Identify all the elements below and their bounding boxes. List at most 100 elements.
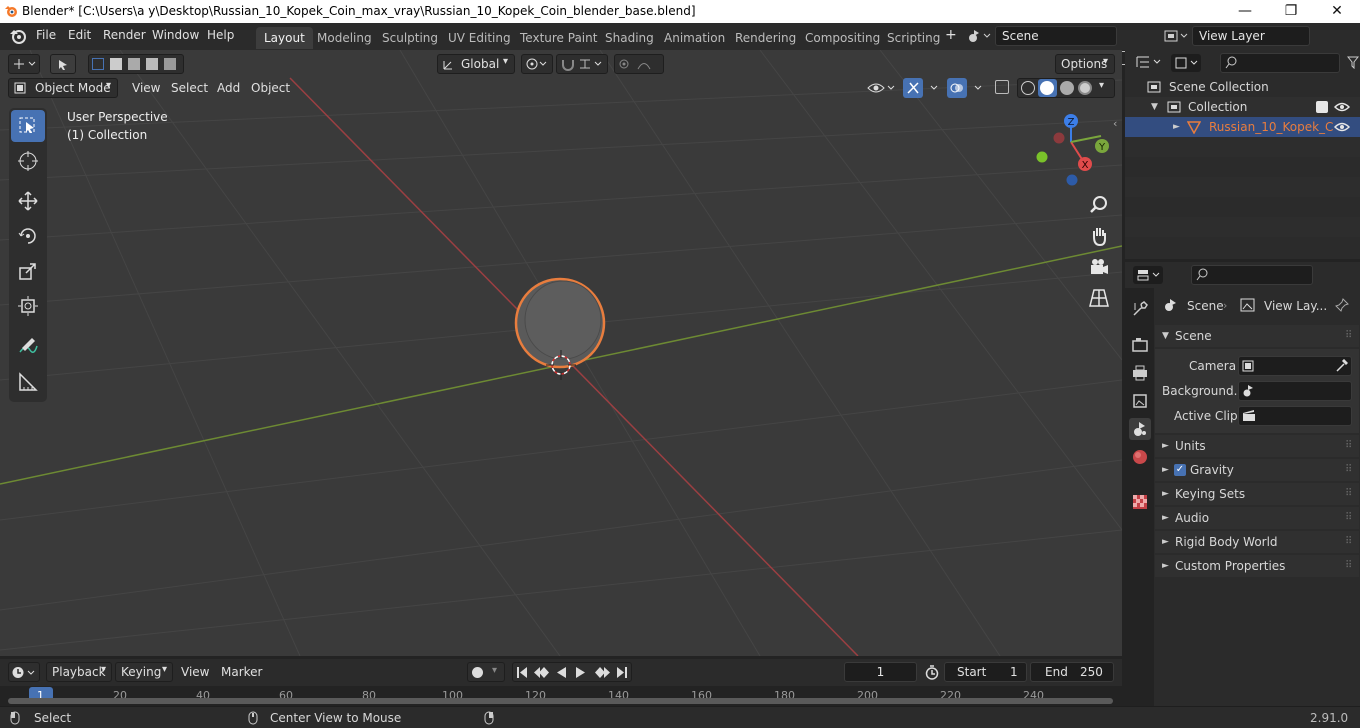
pan-button[interactable] — [1087, 224, 1111, 248]
prev-keyframe-icon[interactable] — [533, 666, 551, 679]
expand-arrow-icon[interactable]: ► — [1173, 117, 1180, 137]
play-reverse-icon[interactable] — [555, 666, 567, 679]
scene-icon[interactable] — [968, 29, 992, 43]
tab-sculpting[interactable]: Sculpting — [374, 27, 446, 49]
add-workspace-button[interactable]: + — [945, 27, 957, 43]
panel-rigid-body-world[interactable]: ► Rigid Body World ⠿ — [1155, 531, 1359, 553]
drag-handle-icon[interactable]: ⠿ — [1345, 507, 1352, 529]
3d-viewport[interactable] — [0, 50, 1122, 656]
timeline-menu-view[interactable]: View — [181, 665, 209, 679]
close-button[interactable]: ✕ — [1314, 0, 1360, 23]
chevron-down-icon[interactable]: ▾ — [492, 665, 497, 676]
tab-output[interactable] — [1129, 362, 1151, 384]
scene-name-field[interactable]: Scene — [995, 26, 1117, 46]
panel-keying-sets[interactable]: ► Keying Sets ⠿ — [1155, 483, 1359, 505]
rotate-tool[interactable] — [11, 220, 45, 252]
panel-units[interactable]: ► Units ⠿ — [1155, 435, 1359, 457]
stopwatch-icon[interactable] — [925, 665, 939, 680]
tab-compositing[interactable]: Compositing — [797, 27, 888, 49]
gravity-checkbox[interactable]: ✓ — [1174, 464, 1186, 476]
maximize-button[interactable]: ❐ — [1268, 0, 1314, 23]
tab-modeling[interactable]: Modeling — [309, 27, 380, 49]
viewport-menu-object[interactable]: Object — [251, 81, 290, 95]
annotate-tool[interactable] — [11, 330, 45, 362]
drag-handle-icon[interactable]: ⠿ — [1345, 459, 1352, 481]
panel-gravity[interactable]: ► ✓ Gravity ⠿ — [1155, 459, 1359, 481]
drag-handle-icon[interactable]: ⠿ — [1345, 531, 1352, 553]
collection-checkbox[interactable] — [1316, 101, 1328, 113]
next-keyframe-icon[interactable] — [593, 666, 611, 679]
navigation-gizmo[interactable]: Z Y X — [1030, 110, 1120, 190]
select-extend-icon[interactable] — [110, 58, 122, 70]
viewport-menu-add[interactable]: Add — [217, 81, 240, 95]
viewport-menu-select[interactable]: Select — [171, 81, 208, 95]
transform-tool[interactable] — [11, 290, 45, 322]
timeline-menu-marker[interactable]: Marker — [221, 665, 262, 679]
drag-handle-icon[interactable]: ⠿ — [1345, 325, 1352, 347]
minimize-button[interactable]: — — [1222, 0, 1268, 23]
menu-edit[interactable]: Edit — [68, 28, 91, 42]
outliner-row-object[interactable]: ► Russian_10_Kopek_C — [1125, 117, 1360, 137]
jump-start-icon[interactable] — [515, 666, 529, 679]
select-intersect-icon[interactable] — [164, 58, 176, 70]
outliner-row-scene-collection[interactable]: Scene Collection — [1125, 77, 1360, 97]
expand-arrow-icon[interactable]: ▼ — [1151, 97, 1158, 117]
eye-icon[interactable] — [1334, 101, 1350, 113]
tab-view-layer[interactable] — [1129, 390, 1151, 412]
timeline-ruler[interactable]: 1 20 40 60 80 100 120 140 160 180 200 22… — [0, 686, 1122, 706]
tab-animation[interactable]: Animation — [656, 27, 733, 49]
cursor-tool[interactable] — [11, 145, 45, 177]
drag-handle-icon[interactable]: ⠿ — [1345, 483, 1352, 505]
tab-world[interactable] — [1129, 446, 1151, 468]
menu-file[interactable]: File — [36, 28, 56, 42]
tab-layout[interactable]: Layout — [256, 27, 313, 49]
viewport-menu-view[interactable]: View — [132, 81, 160, 95]
chevron-down-icon[interactable]: ▾ — [1099, 80, 1104, 91]
panel-audio[interactable]: ► Audio ⠿ — [1155, 507, 1359, 529]
menu-help[interactable]: Help — [207, 28, 234, 42]
outliner-row-collection[interactable]: ▼ Collection — [1125, 97, 1360, 117]
drag-handle-icon[interactable]: ⠿ — [1345, 555, 1352, 577]
view-layer-icon[interactable] — [1164, 29, 1190, 43]
filter-icon[interactable] — [1347, 56, 1359, 69]
rendered-shading-icon[interactable] — [1078, 81, 1092, 95]
zoom-button[interactable] — [1087, 193, 1111, 217]
measure-tool[interactable] — [11, 366, 45, 398]
camera-view-button[interactable] — [1087, 255, 1111, 279]
select-box-tool[interactable] — [11, 110, 45, 142]
tab-tool[interactable] — [1129, 298, 1151, 320]
outliner-editor-icon[interactable] — [1135, 55, 1165, 69]
play-icon[interactable] — [575, 666, 587, 679]
tab-scripting[interactable]: Scripting — [879, 27, 948, 49]
tab-uv-editing[interactable]: UV Editing — [440, 27, 519, 49]
panel-custom-properties[interactable]: ► Custom Properties ⠿ — [1155, 555, 1359, 577]
drag-handle-icon[interactable]: ⠿ — [1345, 435, 1352, 457]
menu-render[interactable]: Render — [103, 28, 146, 42]
outliner-search-input[interactable] — [1220, 53, 1340, 73]
scale-tool[interactable] — [11, 255, 45, 287]
move-tool[interactable] — [11, 185, 45, 217]
timeline-scrollbar[interactable] — [8, 698, 1113, 704]
tab-texture[interactable] — [1129, 491, 1151, 513]
perspective-toggle-button[interactable] — [1087, 286, 1111, 310]
eye-icon[interactable] — [1334, 121, 1350, 133]
tab-scene[interactable] — [1129, 418, 1151, 440]
current-frame-field[interactable]: 1 — [844, 662, 917, 682]
properties-search-input[interactable] — [1191, 265, 1313, 285]
material-preview-icon[interactable] — [1060, 81, 1074, 95]
xray-toggle-icon[interactable] — [995, 80, 1009, 94]
pin-icon[interactable] — [1335, 298, 1349, 312]
select-subtract-icon[interactable] — [128, 58, 140, 70]
eyedropper-icon[interactable] — [1336, 359, 1348, 372]
panel-header-scene[interactable]: ▼ Scene ⠿ — [1155, 325, 1359, 347]
tab-shading[interactable]: Shading — [597, 27, 662, 49]
select-invert-icon[interactable] — [146, 58, 158, 70]
select-set-icon[interactable] — [92, 58, 104, 70]
tab-render[interactable] — [1129, 334, 1151, 356]
tab-texture-paint[interactable]: Texture Paint — [512, 27, 605, 49]
camera-field[interactable] — [1238, 356, 1352, 376]
jump-end-icon[interactable] — [615, 666, 629, 679]
view-layer-field[interactable]: View Layer — [1192, 26, 1310, 46]
menu-window[interactable]: Window — [152, 28, 199, 42]
visibility-eye-icon[interactable] — [866, 80, 896, 96]
